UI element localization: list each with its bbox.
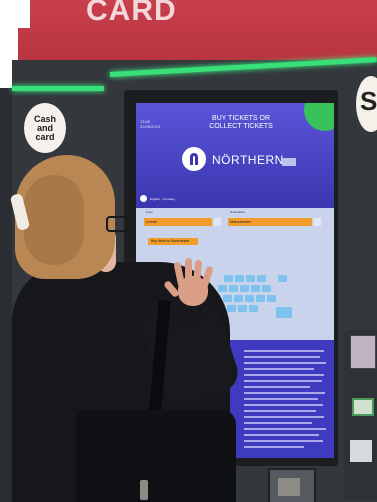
- from-label: From: [146, 210, 153, 214]
- cash-badge-line3: card: [35, 131, 55, 142]
- information-text-block: [244, 350, 328, 454]
- key[interactable]: [267, 295, 276, 302]
- key[interactable]: [256, 295, 265, 302]
- key[interactable]: [224, 275, 233, 282]
- text-line: [244, 422, 312, 424]
- text-line: [244, 410, 316, 412]
- key[interactable]: [278, 275, 287, 282]
- key[interactable]: [240, 285, 249, 292]
- text-line: [244, 416, 324, 418]
- clock-display: 13:45 22/06/2023: [140, 119, 160, 129]
- text-line: [244, 392, 325, 394]
- green-light-strip-left: [12, 86, 104, 91]
- cash-and-card-badge: Cash and card: [24, 103, 66, 153]
- text-line: [244, 434, 319, 436]
- card-slot[interactable]: [350, 440, 372, 462]
- key[interactable]: [245, 295, 254, 302]
- ticket-slot-opening: [278, 478, 300, 496]
- key[interactable]: [223, 295, 232, 302]
- text-line: [244, 398, 318, 400]
- key[interactable]: [249, 305, 258, 312]
- destination-field[interactable]: Manchester: [228, 218, 312, 226]
- key[interactable]: [235, 275, 244, 282]
- text-line: [244, 368, 314, 370]
- text-line: [244, 446, 304, 448]
- hair-shading: [24, 175, 84, 265]
- heading-line2: COLLECT TICKETS: [209, 123, 273, 130]
- shoulder-bag: [76, 410, 236, 502]
- card-keypad[interactable]: [350, 335, 376, 369]
- accessibility-icon[interactable]: [282, 158, 296, 166]
- side-badge-letter: S: [360, 86, 377, 116]
- key[interactable]: [229, 285, 238, 292]
- text-line: [244, 374, 324, 376]
- heading-line1: BUY TICKETS OR: [211, 115, 271, 122]
- key[interactable]: [227, 305, 236, 312]
- bag-zip-pull: [140, 480, 148, 500]
- language-selector[interactable]: English · Cymraeg: [150, 197, 175, 201]
- photo-scene: CARD Cash and card S 13:45 22/06/2023 BU…: [0, 0, 377, 502]
- text-line: [244, 386, 310, 388]
- logo-arch: [190, 153, 198, 165]
- finger: [185, 258, 192, 284]
- destination-clear-icon[interactable]: [314, 218, 321, 226]
- northern-logo-icon: [182, 147, 206, 171]
- destination-label: Destination: [230, 210, 246, 214]
- key[interactable]: [257, 275, 266, 282]
- clock-date: 22/06/2023: [140, 124, 161, 129]
- key[interactable]: [238, 305, 247, 312]
- search-button[interactable]: [276, 307, 292, 318]
- text-line: [244, 440, 323, 442]
- screen-heading: BUY TICKETS OR COLLECT TICKETS: [196, 115, 286, 131]
- text-line: [244, 356, 320, 358]
- text-line: [244, 428, 326, 430]
- from-clear-icon[interactable]: [214, 218, 221, 226]
- key[interactable]: [234, 295, 243, 302]
- key[interactable]: [246, 275, 255, 282]
- key[interactable]: [251, 285, 260, 292]
- language-icon[interactable]: [140, 195, 147, 202]
- from-field[interactable]: Leeds: [144, 218, 212, 226]
- text-line: [244, 380, 322, 382]
- overhead-sign-text: CARD: [86, 0, 177, 27]
- finger: [173, 261, 186, 289]
- text-line: [244, 350, 324, 352]
- suggestion-chip[interactable]: Buy ticket to Manchester: [148, 238, 198, 245]
- person-hand: [163, 258, 216, 308]
- brand-name: NÖRTHERN: [212, 153, 284, 167]
- ticket-printer-light: [352, 398, 374, 416]
- text-line: [244, 404, 323, 406]
- key[interactable]: [218, 285, 227, 292]
- key[interactable]: [262, 285, 271, 292]
- text-line: [244, 362, 326, 364]
- glasses-icon: [106, 216, 128, 232]
- wall-corner-top: [0, 0, 30, 28]
